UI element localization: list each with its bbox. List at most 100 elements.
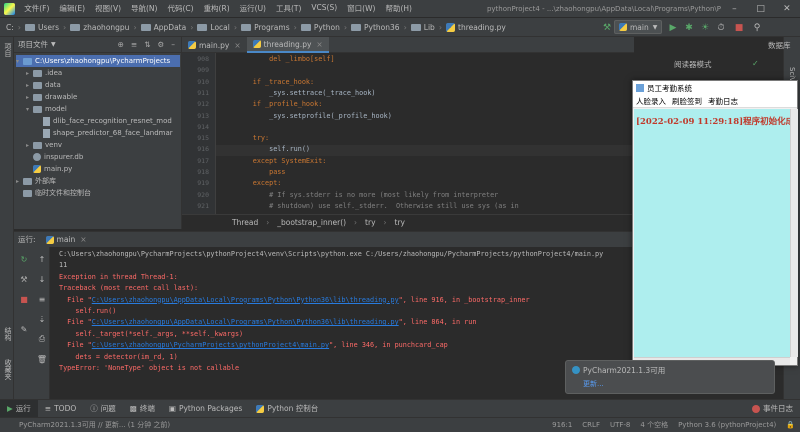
tree-item[interactable]: 临时文件和控制台 bbox=[16, 187, 180, 199]
close-tab-icon[interactable]: × bbox=[80, 235, 86, 244]
event-log-tool-button[interactable]: 事件日志 bbox=[745, 400, 800, 418]
status-message[interactable]: PyCharm2021.1.3可用 // 更新... (1 分钟 之前) bbox=[14, 420, 175, 430]
expanded-arrow-icon[interactable]: ▾ bbox=[26, 106, 33, 113]
code-breadcrumb-item[interactable]: _bootstrap_inner() bbox=[277, 218, 346, 227]
menu-item[interactable]: 帮助(H) bbox=[380, 3, 417, 14]
tab-main-py[interactable]: main.py × bbox=[182, 37, 247, 53]
lock-icon[interactable]: 🔒 bbox=[781, 421, 800, 429]
coverage-icon[interactable]: ☀ bbox=[698, 21, 712, 35]
delete-icon[interactable]: 🗑 bbox=[36, 353, 48, 365]
menu-item[interactable]: 导航(N) bbox=[126, 3, 162, 14]
log-text-area[interactable]: [2022-02-09 11:29:18]程序初始化成 bbox=[634, 109, 794, 357]
breadcrumb-item[interactable]: zhaohongpu bbox=[70, 23, 129, 32]
chevron-down-icon[interactable]: ▼ bbox=[51, 41, 56, 48]
run-config-select[interactable]: main ▼ bbox=[614, 20, 662, 34]
search-icon[interactable]: ⚲ bbox=[750, 21, 764, 35]
project-tool-button[interactable]: 项目 bbox=[3, 43, 13, 57]
interpreter-select[interactable]: Python 3.6 (pythonProject4) bbox=[673, 421, 781, 429]
collapsed-arrow-icon[interactable]: ▸ bbox=[26, 82, 33, 89]
add-icon[interactable]: ⊕ bbox=[118, 40, 124, 49]
menu-attendance-log[interactable]: 考勤日志 bbox=[705, 96, 741, 107]
vertical-scrollbar[interactable] bbox=[790, 109, 798, 357]
scroll-down-icon[interactable]: ↓ bbox=[36, 273, 48, 285]
tree-item[interactable]: ▾ model bbox=[26, 103, 180, 115]
menu-face-checkin[interactable]: 刷脸签到 bbox=[669, 96, 705, 107]
tree-item[interactable]: inspurer.db bbox=[26, 151, 180, 163]
collapsed-arrow-icon[interactable]: ▸ bbox=[26, 94, 33, 101]
line-separator[interactable]: CRLF bbox=[577, 421, 605, 429]
rerun-icon[interactable]: ↻ bbox=[18, 253, 30, 265]
collapsed-arrow-icon[interactable]: ▸ bbox=[26, 142, 33, 149]
file-link[interactable]: C:\Users\zhaohongpu\AppData\Local\Progra… bbox=[92, 296, 399, 304]
tree-item[interactable]: ▸ venv bbox=[26, 139, 180, 151]
collapse-all-icon[interactable]: ≡ bbox=[131, 40, 137, 49]
soft-wrap-icon[interactable]: ≡ bbox=[36, 293, 48, 305]
terminal-tool-button[interactable]: ▩ 终端 bbox=[123, 400, 162, 418]
menu-item[interactable]: 工具(T) bbox=[271, 3, 306, 14]
stop-icon[interactable]: ■ bbox=[18, 293, 30, 305]
problems-tool-button[interactable]: ⓘ 问题 bbox=[83, 400, 123, 418]
breadcrumb-item[interactable]: Python36 bbox=[351, 23, 400, 32]
breadcrumb-item[interactable]: C: bbox=[6, 23, 14, 32]
expanded-arrow-icon[interactable]: ▾ bbox=[16, 58, 23, 65]
caret-position[interactable]: 916:1 bbox=[547, 421, 577, 429]
tree-item[interactable]: ▸ drawable bbox=[26, 91, 180, 103]
close-tab-icon[interactable]: × bbox=[316, 40, 322, 49]
python-console-tool-button[interactable]: Python 控制台 bbox=[249, 400, 325, 418]
collapsed-arrow-icon[interactable]: ▸ bbox=[26, 70, 33, 77]
code-editor[interactable]: del _limbo[self] if _trace_hook: _sys.se… bbox=[216, 53, 634, 214]
tree-item[interactable]: ▸ data bbox=[26, 79, 180, 91]
code-breadcrumb-item[interactable]: Thread bbox=[232, 218, 258, 227]
minimize-icon[interactable]: – bbox=[721, 4, 747, 14]
gear-icon[interactable]: ⚙ bbox=[158, 40, 165, 49]
close-tab-icon[interactable]: × bbox=[234, 41, 240, 50]
wrench-icon[interactable]: ⚒ bbox=[18, 273, 30, 285]
menu-item[interactable]: 运行(U) bbox=[235, 3, 271, 14]
debug-icon[interactable]: ✱ bbox=[682, 21, 696, 35]
scroll-up-icon[interactable]: ↑ bbox=[36, 253, 48, 265]
todo-tool-button[interactable]: ≡ TODO bbox=[38, 400, 83, 418]
breadcrumb-item[interactable]: Local bbox=[197, 23, 230, 32]
project-view-select[interactable]: 项目文件 bbox=[18, 39, 48, 50]
maximize-icon[interactable]: □ bbox=[748, 4, 774, 14]
breadcrumb-item[interactable]: Programs bbox=[241, 23, 290, 32]
run-tool-button[interactable]: ▶ 运行 bbox=[0, 399, 38, 418]
menu-item[interactable]: 文件(F) bbox=[19, 3, 54, 14]
hammer-icon[interactable]: ⚒ bbox=[600, 21, 614, 35]
menu-item[interactable]: 编辑(E) bbox=[54, 3, 90, 14]
menu-item[interactable]: 重构(R) bbox=[199, 3, 235, 14]
close-icon[interactable]: ✕ bbox=[774, 4, 800, 14]
breadcrumb-item[interactable]: Users bbox=[24, 23, 59, 32]
run-icon[interactable]: ▶ bbox=[666, 21, 680, 35]
hide-icon[interactable]: – bbox=[171, 40, 175, 49]
structure-tool-button[interactable]: 结构 bbox=[3, 327, 13, 341]
tree-item[interactable]: ▸ .idea bbox=[26, 67, 180, 79]
breadcrumb-item[interactable]: Lib bbox=[410, 23, 435, 32]
menu-item[interactable]: 代码(C) bbox=[162, 3, 198, 14]
menu-item[interactable]: 窗口(W) bbox=[342, 3, 380, 14]
tab-threading-py[interactable]: threading.py × bbox=[246, 37, 329, 53]
print-icon[interactable]: ⎙ bbox=[36, 333, 48, 345]
profile-icon[interactable]: ⏱ bbox=[714, 21, 728, 35]
collapsed-arrow-icon[interactable]: ▸ bbox=[16, 178, 23, 185]
indent-setting[interactable]: 4 个空格 bbox=[635, 420, 673, 430]
tree-item[interactable]: shape_predictor_68_face_landmar bbox=[36, 127, 180, 139]
database-tool-button[interactable]: 数据库 bbox=[768, 40, 791, 51]
tree-item[interactable]: dlib_face_recognition_resnet_mod bbox=[36, 115, 180, 127]
scroll-to-end-icon[interactable]: ⇣ bbox=[36, 313, 48, 325]
menu-face-enroll[interactable]: 人脸录入 bbox=[633, 96, 669, 107]
python-packages-tool-button[interactable]: ▣ Python Packages bbox=[162, 400, 249, 418]
code-breadcrumb-item[interactable]: try bbox=[395, 218, 405, 227]
expand-icon[interactable]: ⇅ bbox=[144, 40, 150, 49]
breadcrumb-item[interactable]: Python bbox=[300, 23, 340, 32]
tree-item[interactable]: main.py bbox=[26, 163, 180, 175]
pin-icon[interactable]: ✎ bbox=[18, 323, 30, 335]
menu-item[interactable]: 视图(V) bbox=[90, 3, 126, 14]
reader-mode-toggle[interactable]: 阅读器模式 bbox=[674, 59, 712, 70]
favorites-tool-button[interactable]: 收藏夹 bbox=[3, 359, 13, 380]
run-tab-main[interactable]: main × bbox=[45, 235, 87, 244]
file-link[interactable]: C:\Users\zhaohongpu\PycharmProjects\pyth… bbox=[92, 341, 329, 349]
breadcrumb-item[interactable]: AppData bbox=[140, 23, 186, 32]
update-link[interactable]: 更新... bbox=[583, 379, 604, 389]
breadcrumb-item[interactable]: threading.py bbox=[446, 22, 506, 32]
